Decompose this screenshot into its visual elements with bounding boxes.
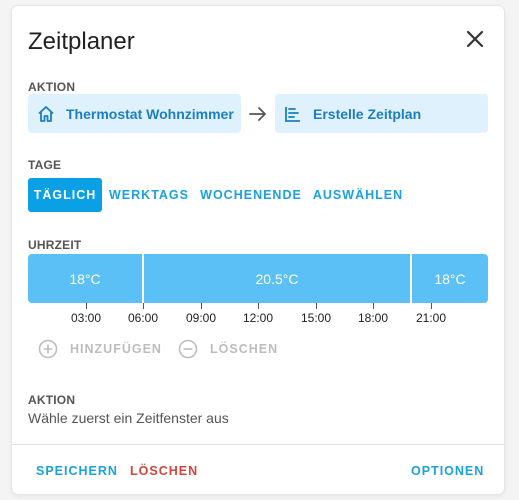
schedule-list-icon xyxy=(285,106,300,122)
time-tick-label: 21:00 xyxy=(415,311,447,325)
time-tick-label: 18:00 xyxy=(357,311,389,325)
dialog-title: Zeitplaner xyxy=(28,28,135,55)
scheduler-dialog: Zeitplaner AKTION Thermostat Wohnzimmer … xyxy=(12,6,504,494)
remove-circle-icon xyxy=(178,339,198,359)
time-tick xyxy=(373,303,374,309)
delete-slot-button[interactable]: LÖSCHEN xyxy=(178,339,278,359)
time-tick-label: 06:00 xyxy=(127,311,159,325)
time-tick xyxy=(258,303,259,309)
timeslot[interactable]: 18°C xyxy=(28,254,142,303)
add-circle-icon xyxy=(38,339,58,359)
add-slot-button[interactable]: HINZUFÜGEN xyxy=(38,339,162,359)
service-chip[interactable]: Erstelle Zeitplan xyxy=(275,94,488,133)
day-option-weekend[interactable]: WOCHENENDE xyxy=(198,178,304,212)
day-option-daily[interactable]: TÄGLICH xyxy=(28,178,102,212)
time-tick xyxy=(201,303,202,309)
arrow-right-icon xyxy=(249,107,266,121)
entity-chip[interactable]: Thermostat Wohnzimmer xyxy=(28,94,241,133)
action-section-label: AKTION xyxy=(28,80,76,94)
save-button[interactable]: SPEICHERN xyxy=(36,464,118,478)
service-chip-label: Erstelle Zeitplan xyxy=(313,105,422,122)
close-button[interactable] xyxy=(464,28,486,50)
add-slot-label: HINZUFÜGEN xyxy=(70,342,162,356)
time-tick xyxy=(86,303,87,309)
time-tick-label: 15:00 xyxy=(300,311,332,325)
time-tick xyxy=(431,303,432,309)
slot-action-label: AKTION xyxy=(28,393,76,407)
timeline-bar: 18°C 20.5°C 18°C xyxy=(28,254,488,303)
time-tick xyxy=(143,303,144,309)
time-tick-label: 03:00 xyxy=(70,311,102,325)
slot-action-hint: Wähle zuerst ein Zeitfenster aus xyxy=(28,410,229,426)
time-tick-label: 12:00 xyxy=(242,311,274,325)
delete-slot-label: LÖSCHEN xyxy=(210,342,279,356)
timeslot[interactable]: 20.5°C xyxy=(144,254,410,303)
day-option-workdays[interactable]: WERKTAGS xyxy=(108,178,190,212)
footer-divider xyxy=(12,444,504,445)
days-section-label: TAGE xyxy=(28,158,62,172)
close-icon xyxy=(466,30,484,48)
day-option-custom[interactable]: AUSWÄHLEN xyxy=(312,178,404,212)
time-section-label: UHRZEIT xyxy=(28,238,82,252)
options-button[interactable]: OPTIONEN xyxy=(411,464,484,478)
timeslot[interactable]: 18°C xyxy=(412,254,488,303)
time-tick xyxy=(316,303,317,309)
delete-schedule-button[interactable]: LÖSCHEN xyxy=(130,464,198,478)
entity-chip-label: Thermostat Wohnzimmer xyxy=(66,105,234,122)
home-icon xyxy=(38,105,54,122)
time-tick-label: 09:00 xyxy=(185,311,217,325)
